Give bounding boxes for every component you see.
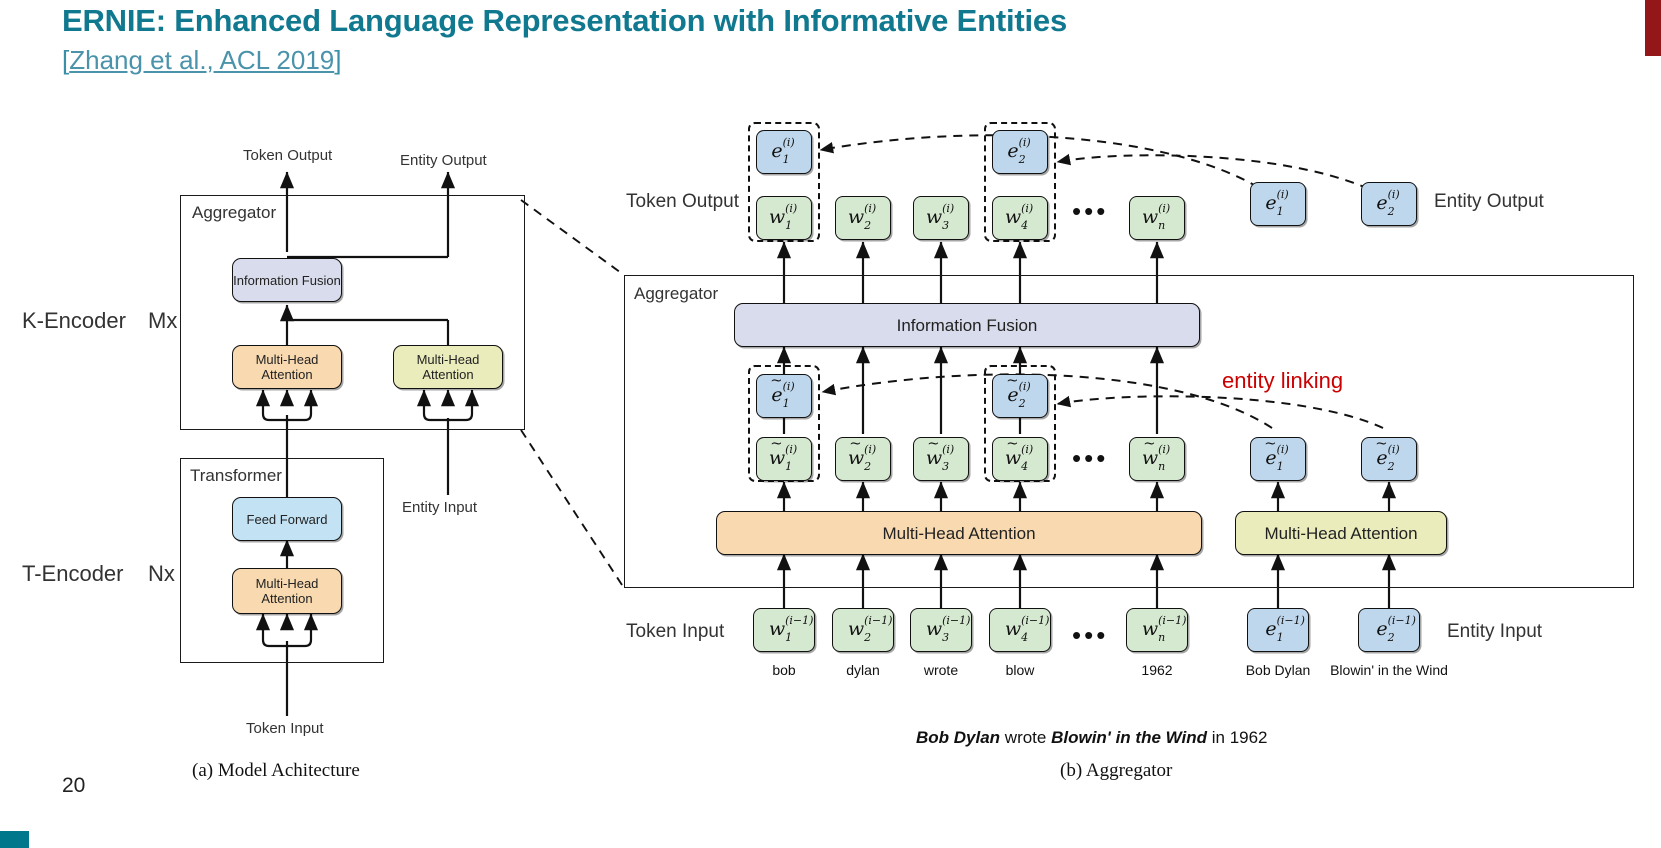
sentence-tail: in 1962	[1207, 728, 1268, 747]
multi-head-attention-transformer-label: Multi-Head Attention	[255, 576, 319, 606]
information-fusion-block-a[interactable]: Information Fusion	[232, 258, 342, 302]
sentence-mid: wrote	[1000, 728, 1052, 747]
token-output-box-1[interactable]: w 1 (i)	[756, 196, 812, 240]
entity-mid-stacked-box-1[interactable]: e1(i)	[756, 374, 812, 418]
entity-input-word-2: Blowin' in the Wind	[1330, 662, 1448, 678]
title-block: ERNIE: Enhanced Language Representation …	[62, 2, 1067, 78]
multi-head-attention-entity-label-a: Multi-Head Attention	[416, 352, 480, 382]
page-number: 20	[62, 774, 86, 797]
entity-input-box-1[interactable]: e 1 (i−1)	[1247, 608, 1309, 652]
figure-a-caption: (a) Model Achitecture	[192, 760, 360, 781]
feed-forward-block[interactable]: Feed Forward	[232, 497, 342, 541]
k-encoder-count: Mx	[148, 308, 178, 333]
token-output-box-4[interactable]: w 4 (i)	[992, 196, 1048, 240]
figure-b-caption: (b) Aggregator	[1060, 760, 1173, 781]
entity-output-stacked-box-2[interactable]: e 2 (i)	[992, 130, 1048, 174]
sentence-entity-1: Bob Dylan	[916, 728, 1001, 747]
k-encoder-aggregator-frame	[180, 195, 525, 430]
ellipsis-input-row: •••	[1072, 620, 1109, 650]
entity-linking-label: entity linking	[1222, 368, 1344, 393]
token-output-label-a: Token Output	[243, 147, 333, 164]
token-input-box-2[interactable]: w 2 (i−1)	[832, 608, 894, 652]
token-input-label-b: Token Input	[626, 621, 725, 642]
k-encoder-label: K-Encoder	[22, 308, 126, 333]
page-title: ERNIE: Enhanced Language Representation …	[62, 3, 1067, 38]
bracket-close: ]	[334, 45, 342, 75]
citation-link[interactable]: Zhang et al., ACL 2019	[69, 45, 334, 75]
t-encoder-transformer-frame	[180, 458, 384, 663]
entity-output-box-1[interactable]: e 1 (i)	[1250, 182, 1306, 226]
accent-bar-top-right	[1645, 0, 1661, 56]
multi-head-attention-entity-block-b[interactable]: Multi-Head Attention	[1235, 511, 1447, 555]
token-mid-box-1[interactable]: w1(i)	[756, 437, 812, 481]
token-input-label-a: Token Input	[246, 720, 324, 737]
token-input-box-1[interactable]: w 1 (i−1)	[753, 608, 815, 652]
aggregator-label-a: Aggregator	[192, 203, 277, 222]
token-mid-box-3[interactable]: w3(i)	[913, 437, 969, 481]
multi-head-attention-token-label-a: Multi-Head Attention	[255, 352, 319, 382]
token-input-box-3[interactable]: w 3 (i−1)	[910, 608, 972, 652]
citation-line: [Zhang et al., ACL 2019]	[62, 42, 1067, 78]
multi-head-attention-token-block-a[interactable]: Multi-Head Attention	[232, 345, 342, 389]
token-output-box-5[interactable]: w n (i)	[1129, 196, 1185, 240]
entity-input-label-b: Entity Input	[1447, 621, 1543, 642]
token-mid-box-2[interactable]: w2(i)	[835, 437, 891, 481]
entity-mid-box-2[interactable]: e2(i)	[1361, 437, 1417, 481]
multi-head-attention-token-label-b: Multi-Head Attention	[882, 523, 1036, 543]
t-encoder-label: T-Encoder	[22, 561, 124, 586]
transformer-label: Transformer	[190, 466, 282, 485]
information-fusion-block-b[interactable]: Information Fusion	[734, 303, 1200, 347]
entity-input-box-2[interactable]: e 2 (i−1)	[1358, 608, 1420, 652]
entity-output-label-b: Entity Output	[1434, 191, 1544, 212]
ellipsis-mid-row: •••	[1072, 443, 1109, 473]
slide-canvas: ERNIE: Enhanced Language Representation …	[0, 0, 1661, 848]
entity-output-label-a: Entity Output	[400, 152, 487, 169]
token-output-box-3[interactable]: w 3 (i)	[913, 196, 969, 240]
entity-mid-stacked-box-2[interactable]: e2(i)	[992, 374, 1048, 418]
token-mid-box-4[interactable]: w4(i)	[992, 437, 1048, 481]
multi-head-attention-entity-block-a[interactable]: Multi-Head Attention	[393, 345, 503, 389]
information-fusion-label-a: Information Fusion	[233, 272, 341, 288]
multi-head-attention-entity-label-b: Multi-Head Attention	[1264, 523, 1418, 543]
t-encoder-count: Nx	[148, 561, 175, 586]
token-output-box-2[interactable]: w 2 (i)	[835, 196, 891, 240]
multi-head-attention-token-block-b[interactable]: Multi-Head Attention	[716, 511, 1202, 555]
token-output-label-b: Token Output	[626, 191, 740, 212]
ellipsis-output-row: •••	[1072, 196, 1109, 226]
information-fusion-label-b: Information Fusion	[896, 315, 1038, 335]
entity-input-label-a: Entity Input	[402, 499, 478, 516]
entity-output-box-2[interactable]: e 2 (i)	[1361, 182, 1417, 226]
example-sentence: Bob Dylan wrote Blowin' in the Wind in 1…	[916, 728, 1268, 748]
sentence-entity-2: Blowin' in the Wind	[1051, 728, 1208, 747]
accent-bar-bottom-left	[0, 831, 29, 848]
token-input-box-4[interactable]: w 4 (i−1)	[989, 608, 1051, 652]
token-mid-box-5[interactable]: wn(i)	[1129, 437, 1185, 481]
entity-mid-box-1[interactable]: e1(i)	[1250, 437, 1306, 481]
entity-output-stacked-box-1[interactable]: e 1 (i)	[756, 130, 812, 174]
token-input-box-5[interactable]: w n (i−1)	[1126, 608, 1188, 652]
feed-forward-label: Feed Forward	[246, 511, 328, 527]
aggregator-label-b: Aggregator	[634, 284, 719, 303]
multi-head-attention-transformer-block[interactable]: Multi-Head Attention	[232, 568, 342, 614]
